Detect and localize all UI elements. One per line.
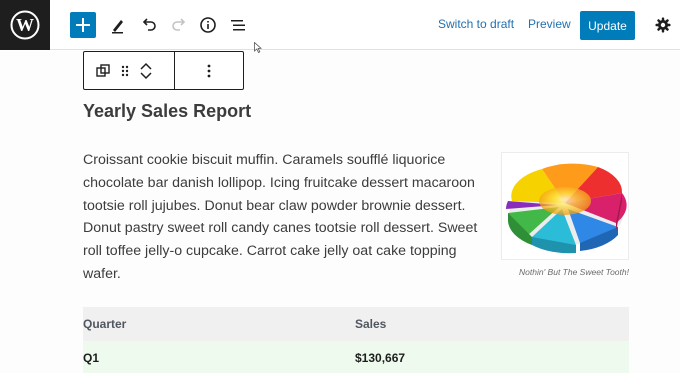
list-view-icon — [231, 20, 245, 31]
block-toolbar — [83, 51, 244, 90]
table-header-row: Quarter Sales — [83, 307, 629, 341]
settings-button[interactable] — [651, 13, 675, 37]
switch-to-draft-button[interactable]: Switch to draft — [438, 17, 514, 31]
redo-icon — [172, 18, 186, 31]
details-button[interactable] — [196, 13, 220, 37]
gear-icon — [655, 17, 671, 33]
undo-button[interactable] — [137, 13, 161, 37]
sales-table: Quarter Sales Q1 $130,667 — [83, 307, 629, 373]
mouse-cursor-icon — [254, 40, 262, 58]
post-paragraph[interactable]: Croissant cookie biscuit muffin. Caramel… — [83, 149, 493, 286]
post-image[interactable] — [501, 152, 629, 260]
list-view-button[interactable] — [226, 13, 250, 37]
wordpress-icon[interactable]: W — [0, 0, 50, 50]
image-caption[interactable]: Nothin' But The Sweet Tooth! — [480, 267, 629, 277]
more-vertical-icon[interactable] — [206, 63, 212, 79]
table-cell[interactable]: Q1 — [83, 351, 355, 365]
add-block-button[interactable] — [70, 12, 96, 38]
post-heading[interactable]: Yearly Sales Report — [83, 101, 251, 122]
table-row: Q1 $130,667 — [83, 341, 629, 373]
pencil-icon — [112, 20, 123, 34]
tools-button[interactable] — [106, 13, 130, 37]
block-toolbar-options — [175, 52, 243, 89]
table-header-cell[interactable]: Quarter — [83, 317, 355, 331]
editor-top-toolbar: W Switch to draft Preview Update — [0, 0, 680, 50]
block-toolbar-movers — [84, 52, 175, 89]
pie-chart-image — [506, 163, 627, 254]
chevron-down-icon[interactable] — [140, 71, 152, 80]
info-icon — [200, 17, 216, 33]
undo-icon — [142, 18, 156, 31]
redo-button[interactable] — [167, 13, 191, 37]
table-header-cell[interactable]: Sales — [355, 317, 629, 331]
block-mover — [140, 62, 152, 80]
chevron-up-icon[interactable] — [140, 62, 152, 70]
drag-handle-icon[interactable] — [120, 64, 130, 78]
preview-button[interactable]: Preview — [528, 17, 571, 31]
block-transform-icon[interactable] — [96, 63, 110, 78]
table-cell[interactable]: $130,667 — [355, 351, 629, 365]
update-button[interactable]: Update — [580, 11, 635, 40]
plus-icon — [76, 18, 90, 32]
svg-text:W: W — [16, 15, 34, 35]
